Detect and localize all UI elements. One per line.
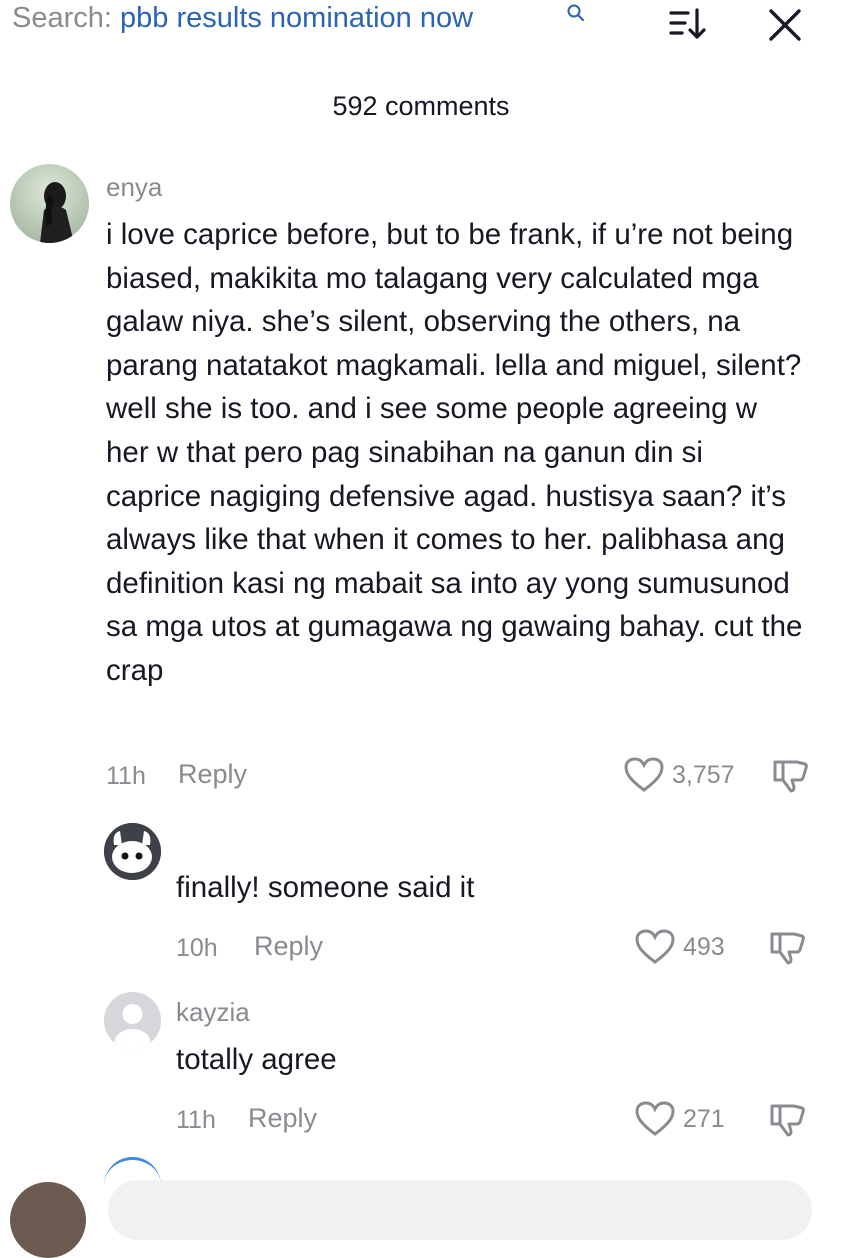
dislike-icon[interactable] — [768, 1100, 806, 1138]
dislike-icon[interactable] — [771, 756, 809, 794]
comment-input[interactable] — [108, 1180, 812, 1240]
comment-time: 11h — [176, 1106, 216, 1134]
comment-text: i love caprice before, but to be frank, … — [106, 218, 803, 687]
dislike-icon[interactable] — [768, 928, 806, 966]
search-icon[interactable] — [566, 3, 586, 23]
comment-username[interactable]: enya — [106, 172, 162, 203]
current-user-avatar — [10, 1182, 86, 1258]
like-count: 271 — [683, 1105, 725, 1133]
search-bar[interactable]: Search: pbb results nomination now — [12, 2, 473, 35]
reply-button[interactable]: Reply — [254, 931, 323, 962]
default-avatar-icon — [104, 992, 161, 1049]
heart-icon[interactable] — [634, 928, 676, 966]
search-prefix: Search: — [12, 2, 112, 34]
search-query[interactable]: pbb results nomination now — [120, 2, 473, 34]
comment-count: 592 comments — [332, 91, 510, 121]
comment-time: 10h — [176, 934, 218, 962]
comment-text: finally! someone said it — [176, 871, 475, 904]
sort-icon[interactable] — [668, 4, 708, 44]
heart-icon[interactable] — [634, 1100, 676, 1138]
like-count: 493 — [683, 933, 725, 961]
heart-icon[interactable] — [623, 756, 665, 794]
comment-time: 11h — [106, 762, 146, 790]
comment-text: totally agree — [176, 1043, 337, 1076]
avatar-figure-icon — [40, 182, 74, 243]
like-count: 3,757 — [672, 761, 735, 789]
avatar[interactable] — [104, 992, 161, 1049]
reply-button[interactable]: Reply — [248, 1103, 317, 1134]
avatar-creature-icon — [104, 823, 161, 880]
avatar[interactable] — [10, 164, 89, 243]
close-icon[interactable] — [766, 6, 804, 44]
reply-button[interactable]: Reply — [178, 759, 247, 790]
comment-username[interactable]: kayzia — [176, 997, 250, 1028]
avatar[interactable] — [104, 823, 161, 880]
